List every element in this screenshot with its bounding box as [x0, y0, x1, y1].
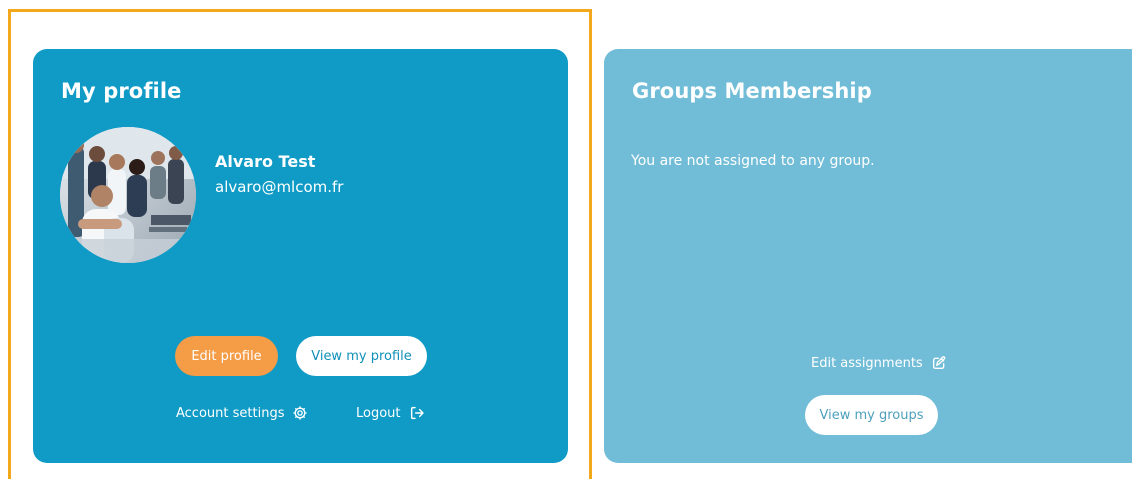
gear-icon — [292, 405, 308, 421]
groups-card-title: Groups Membership — [632, 79, 872, 103]
edit-icon — [931, 355, 947, 371]
account-settings-label: Account settings — [176, 405, 285, 421]
profile-email: alvaro@mlcom.fr — [215, 178, 344, 196]
profile-avatar — [60, 127, 196, 263]
profile-card-title: My profile — [61, 79, 182, 103]
view-my-groups-button[interactable]: View my groups — [805, 395, 938, 435]
groups-membership-card: Groups Membership You are not assigned t… — [604, 49, 1132, 463]
logout-link[interactable]: Logout — [356, 405, 425, 421]
edit-assignments-link[interactable]: Edit assignments — [811, 355, 947, 371]
dashboard-stage: My profile Alvaro Test alvaro@mlcom.fr E… — [0, 0, 1132, 479]
edit-assignments-label: Edit assignments — [811, 355, 923, 371]
view-my-profile-button[interactable]: View my profile — [296, 336, 427, 376]
sign-out-icon — [409, 405, 425, 421]
my-profile-card: My profile Alvaro Test alvaro@mlcom.fr E… — [33, 49, 568, 463]
groups-empty-message: You are not assigned to any group. — [631, 153, 875, 169]
profile-name: Alvaro Test — [215, 152, 316, 171]
account-settings-link[interactable]: Account settings — [176, 405, 308, 421]
logout-label: Logout — [356, 405, 401, 421]
profile-photo-image — [60, 127, 196, 263]
edit-profile-button[interactable]: Edit profile — [175, 336, 278, 376]
